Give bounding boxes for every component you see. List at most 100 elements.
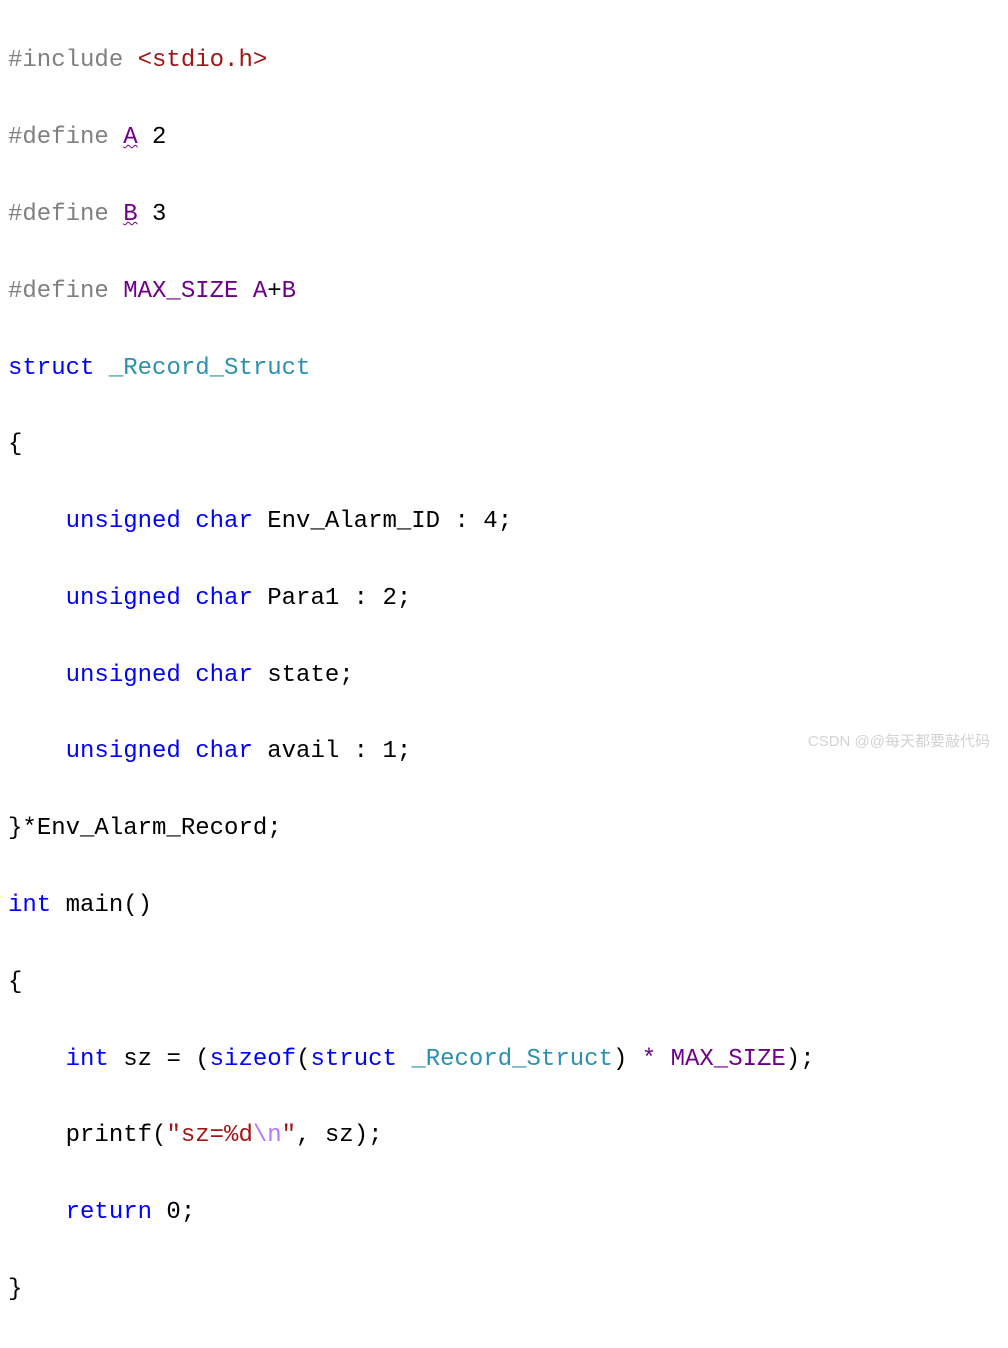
keyword: char bbox=[195, 508, 253, 535]
keyword: char bbox=[195, 662, 253, 689]
code-line: #define A 2 bbox=[8, 119, 1000, 157]
type-name: _Record_Struct bbox=[411, 1046, 613, 1073]
identifier: Para1 bbox=[267, 585, 339, 612]
keyword: unsigned bbox=[66, 662, 181, 689]
include-open: < bbox=[138, 47, 152, 74]
return-value: 0; bbox=[152, 1199, 195, 1226]
code-line: int main() bbox=[8, 887, 1000, 925]
star: * bbox=[22, 815, 36, 842]
code-line: #include <stdio.h> bbox=[8, 42, 1000, 80]
keyword: struct bbox=[8, 355, 94, 382]
macro-name: MAX_SIZE bbox=[123, 278, 238, 305]
sizeof: sizeof bbox=[210, 1046, 296, 1073]
identifier: avail bbox=[267, 738, 339, 765]
keyword: unsigned bbox=[66, 585, 181, 612]
space bbox=[253, 585, 267, 612]
indent bbox=[8, 738, 66, 765]
operator: + bbox=[267, 278, 281, 305]
include-path: stdio.h bbox=[152, 47, 253, 74]
indent bbox=[8, 1046, 66, 1073]
space bbox=[181, 738, 195, 765]
keyword: return bbox=[66, 1199, 152, 1226]
semicolon: ; bbox=[267, 815, 281, 842]
code-line: #define MAX_SIZE A+B bbox=[8, 273, 1000, 311]
parens: () bbox=[123, 892, 152, 919]
code-line: unsigned char state; bbox=[8, 657, 1000, 695]
code-line: #define B 3 bbox=[8, 196, 1000, 234]
equals: = ( bbox=[152, 1046, 210, 1073]
indent bbox=[8, 508, 66, 535]
keyword: char bbox=[195, 585, 253, 612]
identifier: Env_Alarm_ID bbox=[267, 508, 440, 535]
code-line: { bbox=[8, 426, 1000, 464]
escape-seq: \n bbox=[253, 1122, 282, 1149]
rest: : 2; bbox=[339, 585, 411, 612]
space bbox=[181, 508, 195, 535]
identifier: sz bbox=[123, 1046, 152, 1073]
space bbox=[253, 508, 267, 535]
quote: " bbox=[282, 1122, 296, 1149]
preprocessor: #define bbox=[8, 278, 123, 305]
macro-name: A bbox=[123, 124, 137, 151]
code-line: printf("sz=%d\n", sz); bbox=[8, 1117, 1000, 1155]
indent bbox=[8, 585, 66, 612]
space bbox=[51, 892, 65, 919]
keyword: int bbox=[66, 1046, 109, 1073]
space bbox=[181, 662, 195, 689]
rest: ; bbox=[339, 662, 353, 689]
brace: { bbox=[8, 969, 22, 996]
rest: : 4; bbox=[440, 508, 512, 535]
end: ); bbox=[786, 1046, 815, 1073]
indent bbox=[8, 1199, 66, 1226]
code-block: #include <stdio.h> #define A 2 #define B… bbox=[8, 4, 1000, 1348]
indent bbox=[8, 1122, 66, 1149]
space bbox=[109, 1046, 123, 1073]
brace: } bbox=[8, 1276, 22, 1303]
preprocessor: #include bbox=[8, 47, 138, 74]
preprocessor: #define bbox=[8, 124, 123, 151]
space bbox=[238, 278, 252, 305]
macro-value: 3 bbox=[138, 201, 167, 228]
string-content: sz=%d bbox=[181, 1122, 253, 1149]
keyword: unsigned bbox=[66, 738, 181, 765]
function-name: main bbox=[66, 892, 124, 919]
paren-open: ( bbox=[152, 1122, 166, 1149]
keyword: int bbox=[8, 892, 51, 919]
brace: } bbox=[8, 815, 22, 842]
space bbox=[94, 355, 108, 382]
code-line: int sz = (sizeof(struct _Record_Struct) … bbox=[8, 1041, 1000, 1079]
watermark: CSDN @@每天都要敲代码 bbox=[808, 730, 990, 754]
quote: " bbox=[166, 1122, 180, 1149]
macro-ref: B bbox=[282, 278, 296, 305]
identifier: state bbox=[267, 662, 339, 689]
keyword: struct bbox=[310, 1046, 396, 1073]
macro-ref: A bbox=[253, 278, 267, 305]
paren-close: ) bbox=[613, 1046, 627, 1073]
macro-name: B bbox=[123, 201, 137, 228]
space bbox=[253, 662, 267, 689]
space bbox=[181, 585, 195, 612]
keyword: unsigned bbox=[66, 508, 181, 535]
code-line: } bbox=[8, 1271, 1000, 1309]
rest: : 1; bbox=[339, 738, 411, 765]
identifier: Env_Alarm_Record bbox=[37, 815, 267, 842]
code-line: }*Env_Alarm_Record; bbox=[8, 810, 1000, 848]
code-line: unsigned char Env_Alarm_ID : 4; bbox=[8, 503, 1000, 541]
code-line: unsigned char Para1 : 2; bbox=[8, 580, 1000, 618]
macro-value: 2 bbox=[138, 124, 167, 151]
keyword: char bbox=[195, 738, 253, 765]
macro-ref: MAX_SIZE bbox=[671, 1046, 786, 1073]
preprocessor: #define bbox=[8, 201, 123, 228]
operator: * bbox=[627, 1046, 670, 1073]
code-line: { bbox=[8, 964, 1000, 1002]
space bbox=[253, 738, 267, 765]
type-name: _Record_Struct bbox=[109, 355, 311, 382]
code-line: struct _Record_Struct bbox=[8, 350, 1000, 388]
include-close: > bbox=[253, 47, 267, 74]
brace: { bbox=[8, 431, 22, 458]
rest: , sz); bbox=[296, 1122, 382, 1149]
space bbox=[397, 1046, 411, 1073]
code-line: return 0; bbox=[8, 1194, 1000, 1232]
indent bbox=[8, 662, 66, 689]
function-call: printf bbox=[66, 1122, 152, 1149]
